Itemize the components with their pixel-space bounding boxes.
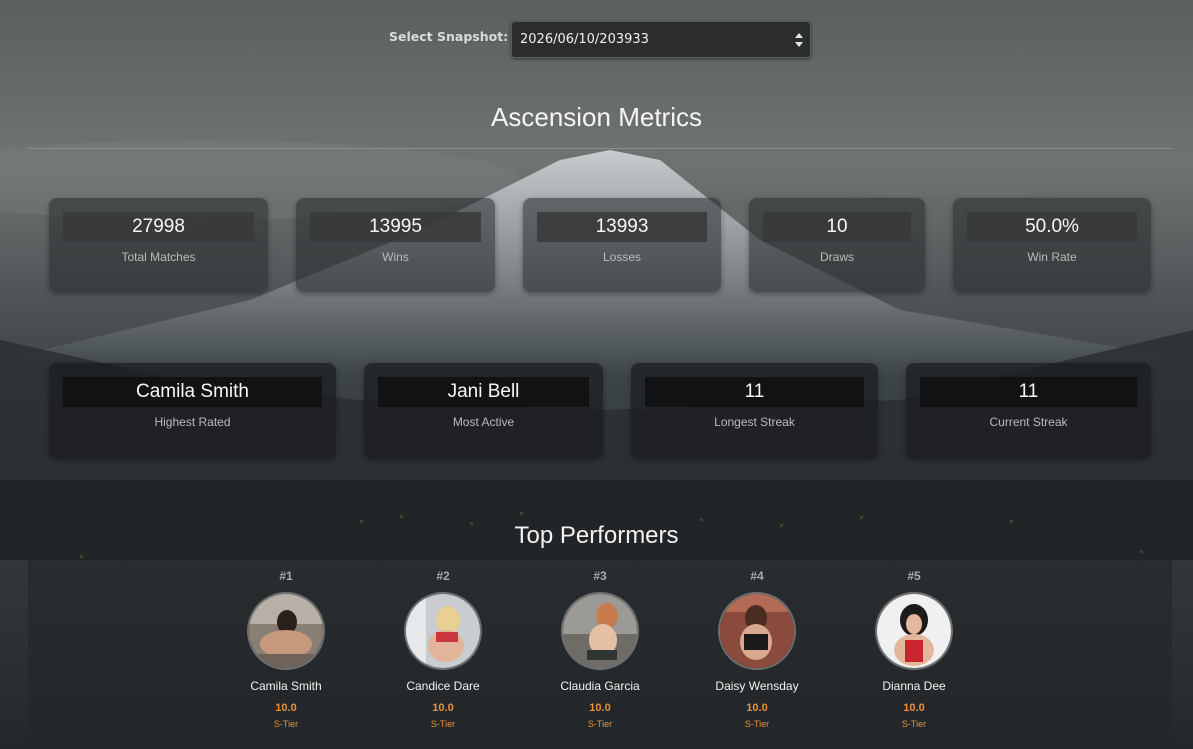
performer-avatar[interactable] [247,592,325,670]
metric-label: Win Rate [1027,250,1077,264]
performer-rank: #1 [279,569,293,583]
avatar-image [563,594,637,668]
performer-rank: #4 [750,569,764,583]
avatar-image [249,594,323,668]
performer-score: 10.0 [903,702,925,714]
metric-value: 13993 [537,212,707,242]
performer-card-1[interactable]: #1 Camila Smith 10.0 S-Tier [216,568,356,729]
performer-tier: S-Tier [273,719,299,729]
metric-value: 10 [763,212,911,242]
metric-label: Wins [382,250,409,264]
metric-value: 11 [645,377,864,407]
performer-avatar[interactable] [561,592,639,670]
metric-value: 13995 [310,212,481,242]
performer-tier: S-Tier [744,719,770,729]
performer-rank: #3 [593,569,607,583]
performer-name: Claudia Garcia [560,679,640,693]
performer-name: Candice Dare [406,679,480,693]
metric-card-win-rate: 50.0% Win Rate [953,198,1151,292]
performer-name: Daisy Wensday [715,679,799,693]
avatar-image [406,594,480,668]
select-updown-icon [795,33,803,47]
performer-tier: S-Tier [587,719,613,729]
metric-card-total-matches: 27998 Total Matches [49,198,268,292]
top-performers-title: Top Performers [514,522,679,549]
performer-tier: S-Tier [430,719,456,729]
snapshot-label: Select Snapshot: [389,29,509,44]
metric-label: Draws [819,250,854,264]
metric-card-current-streak: 11 Current Streak [906,363,1151,458]
metric-card-losses: 13993 Losses [523,198,721,292]
metric-card-highest-rated: Camila Smith Highest Rated [49,363,336,458]
avatar-image [877,594,951,668]
metric-value: 11 [920,377,1137,407]
metric-card-most-active: Jani Bell Most Active [364,363,603,458]
metric-value: Camila Smith [63,377,322,407]
metric-label: Longest Streak [714,415,795,429]
snapshot-select[interactable]: 2026/06/10/203933 [511,21,811,58]
metric-value: Jani Bell [378,377,589,407]
performer-avatar[interactable] [875,592,953,670]
performer-tier: S-Tier [901,719,927,729]
performer-score: 10.0 [275,702,297,714]
performer-name: Camila Smith [250,679,322,693]
performer-score: 10.0 [432,702,454,714]
metric-value: 27998 [63,212,254,242]
page-title: Ascension Metrics [491,102,702,132]
avatar-image [720,594,794,668]
metric-card-longest-streak: 11 Longest Streak [631,363,878,458]
performer-score: 10.0 [746,702,768,714]
performer-card-4[interactable]: #4 Daisy Wensday 10.0 S-Tier [687,568,827,729]
metric-value: 50.0% [967,212,1137,242]
metric-label: Current Streak [989,415,1068,429]
snapshot-selector-row: Select Snapshot: 2026/06/10/203933 [0,21,1193,58]
performer-rank: #2 [436,569,450,583]
performer-card-5[interactable]: #5 Dianna Dee 10.0 S-Tier [844,568,984,729]
metric-label: Total Matches [121,250,196,264]
performer-name: Dianna Dee [882,679,946,693]
performer-avatar[interactable] [718,592,796,670]
metric-card-draws: 10 Draws [749,198,925,292]
title-divider [28,148,1172,149]
performer-avatar[interactable] [404,592,482,670]
metric-label: Losses [602,250,642,264]
metric-label: Highest Rated [154,415,231,429]
performer-rank: #5 [907,569,921,583]
metric-card-wins: 13995 Wins [296,198,495,292]
performer-card-2[interactable]: #2 Candice Dare 10.0 S-Tier [373,568,513,729]
performer-score: 10.0 [589,702,611,714]
snapshot-selected-value: 2026/06/10/203933 [520,32,649,47]
metric-label: Most Active [452,415,515,429]
performer-card-3[interactable]: #3 Claudia Garcia 10.0 S-Tier [530,568,670,729]
